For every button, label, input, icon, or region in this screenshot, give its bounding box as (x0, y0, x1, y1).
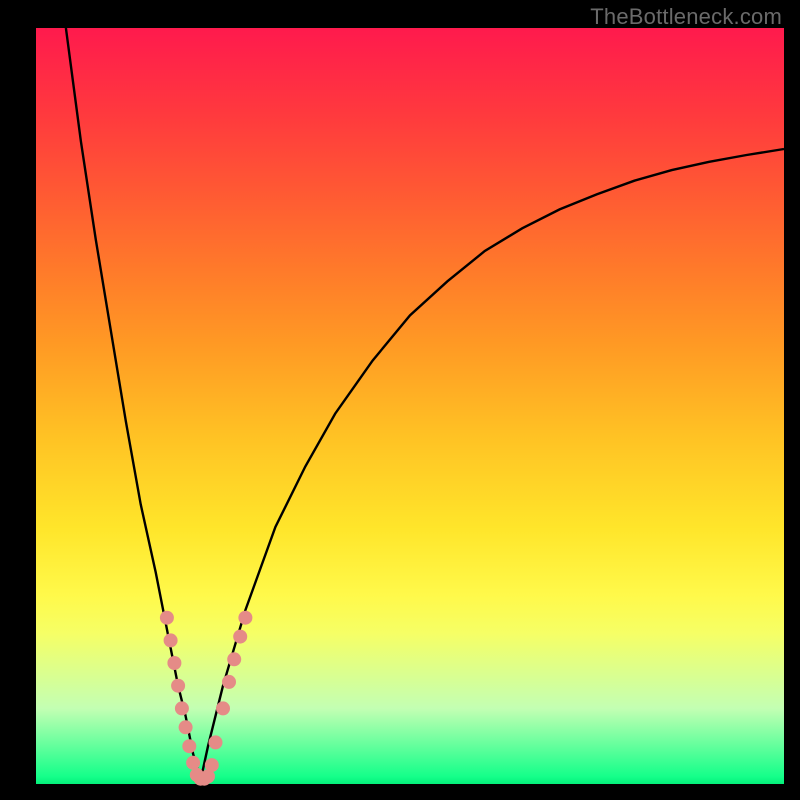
marker-dot (209, 735, 223, 749)
marker-dot (216, 701, 230, 715)
curve-right-branch (201, 149, 784, 780)
marker-dot (233, 630, 247, 644)
marker-dot (222, 675, 236, 689)
marker-dot (179, 720, 193, 734)
chart-frame: TheBottleneck.com (0, 0, 800, 800)
chart-svg (0, 0, 800, 800)
marker-dot (171, 679, 185, 693)
marker-dot (160, 611, 174, 625)
marker-dot (227, 652, 241, 666)
marker-dot (186, 756, 200, 770)
marker-dot (182, 739, 196, 753)
marker-dot (175, 701, 189, 715)
marker-dot (238, 611, 252, 625)
marker-dot (205, 758, 219, 772)
marker-dot (164, 633, 178, 647)
marker-dot (167, 656, 181, 670)
curve-left-branch (66, 28, 201, 780)
